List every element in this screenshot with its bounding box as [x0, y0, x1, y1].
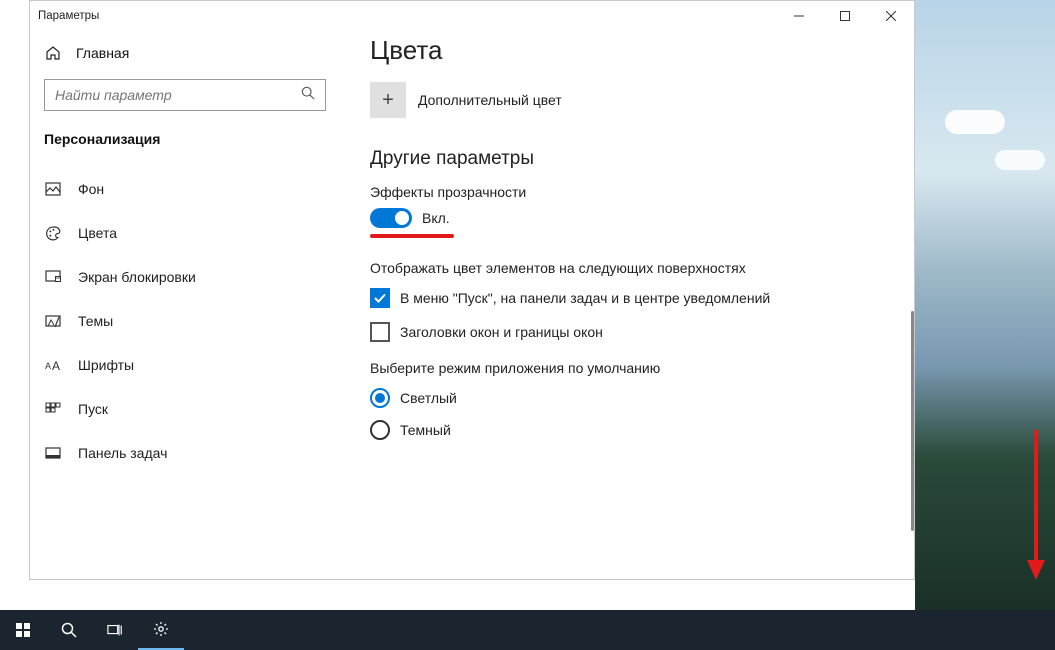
taskbar-search-button[interactable] — [46, 610, 92, 650]
themes-icon — [44, 313, 62, 329]
svg-text:A: A — [52, 359, 60, 373]
radio-label: Светлый — [400, 390, 457, 406]
search-input[interactable] — [55, 87, 301, 103]
radio-selected-icon — [370, 388, 390, 408]
app-mode-label: Выберите режим приложения по умолчанию — [370, 360, 914, 376]
annotation-underline — [370, 234, 454, 238]
sidebar-item-label: Экран блокировки — [78, 269, 196, 285]
maximize-button[interactable] — [822, 1, 868, 31]
content-scrollbar[interactable] — [911, 311, 914, 531]
search-icon — [301, 86, 315, 105]
wallpaper-cloud — [945, 110, 1005, 134]
app-mode-dark[interactable]: Темный — [370, 420, 914, 440]
taskbar-icon — [44, 445, 62, 461]
wallpaper-cloud — [995, 150, 1045, 170]
transparency-label: Эффекты прозрачности — [370, 184, 914, 200]
sidebar-item-start[interactable]: Пуск — [30, 387, 340, 431]
page-title: Цвета — [370, 35, 914, 66]
annotation-down-arrow — [1025, 430, 1047, 585]
checkbox-unchecked-icon — [370, 322, 390, 342]
add-color-row[interactable]: + Дополнительный цвет — [370, 82, 914, 118]
taskbar-settings-button[interactable] — [138, 610, 184, 650]
taskbar — [0, 610, 1055, 650]
app-mode-light[interactable]: Светлый — [370, 388, 914, 408]
sidebar-item-label: Пуск — [78, 401, 108, 417]
checkbox-label: В меню "Пуск", на панели задач и в центр… — [400, 290, 770, 306]
fonts-icon: AA — [44, 357, 62, 373]
svg-text:A: A — [45, 361, 51, 371]
colors-icon — [44, 225, 62, 242]
sidebar-item-label: Шрифты — [78, 357, 134, 373]
category-title: Персонализация — [30, 121, 340, 159]
start-icon — [44, 401, 62, 417]
content-area: Цвета + Дополнительный цвет Другие парам… — [340, 31, 914, 579]
background-icon — [44, 181, 62, 197]
add-color-label: Дополнительный цвет — [418, 92, 562, 108]
search-input-wrap[interactable] — [44, 79, 326, 111]
titlebar: Параметры — [30, 1, 914, 31]
transparency-toggle[interactable] — [370, 208, 412, 228]
home-link[interactable]: Главная — [30, 33, 340, 73]
radio-unselected-icon — [370, 420, 390, 440]
home-icon — [44, 45, 62, 61]
close-button[interactable] — [868, 1, 914, 31]
start-button[interactable] — [0, 610, 46, 650]
sidebar-item-colors[interactable]: Цвета — [30, 211, 340, 255]
plus-icon: + — [370, 82, 406, 118]
sidebar-item-themes[interactable]: Темы — [30, 299, 340, 343]
sidebar-item-lockscreen[interactable]: Экран блокировки — [30, 255, 340, 299]
sidebar-item-background[interactable]: Фон — [30, 167, 340, 211]
minimize-button[interactable] — [776, 1, 822, 31]
surface-checkbox-start[interactable]: В меню "Пуск", на панели задач и в центр… — [370, 288, 914, 308]
transparency-state: Вкл. — [422, 210, 450, 226]
sidebar-item-fonts[interactable]: AA Шрифты — [30, 343, 340, 387]
checkbox-label: Заголовки окон и границы окон — [400, 324, 603, 340]
surface-checkbox-titlebars[interactable]: Заголовки окон и границы окон — [370, 322, 914, 342]
sidebar-item-label: Темы — [78, 313, 113, 329]
taskview-button[interactable] — [92, 610, 138, 650]
sidebar-item-label: Панель задач — [78, 445, 167, 461]
home-label: Главная — [76, 45, 129, 61]
sidebar-item-label: Цвета — [78, 225, 117, 241]
other-params-heading: Другие параметры — [370, 148, 914, 170]
sidebar-item-taskbar[interactable]: Панель задач — [30, 431, 340, 475]
checkbox-checked-icon — [370, 288, 390, 308]
lockscreen-icon — [44, 269, 62, 285]
window-title: Параметры — [30, 10, 99, 22]
sidebar-item-label: Фон — [78, 181, 104, 197]
radio-label: Темный — [400, 422, 451, 438]
settings-window: Параметры Главная Персо — [29, 0, 915, 580]
sidebar: Главная Персонализация Фон Цвета — [30, 31, 340, 579]
surfaces-label: Отображать цвет элементов на следующих п… — [370, 260, 914, 276]
